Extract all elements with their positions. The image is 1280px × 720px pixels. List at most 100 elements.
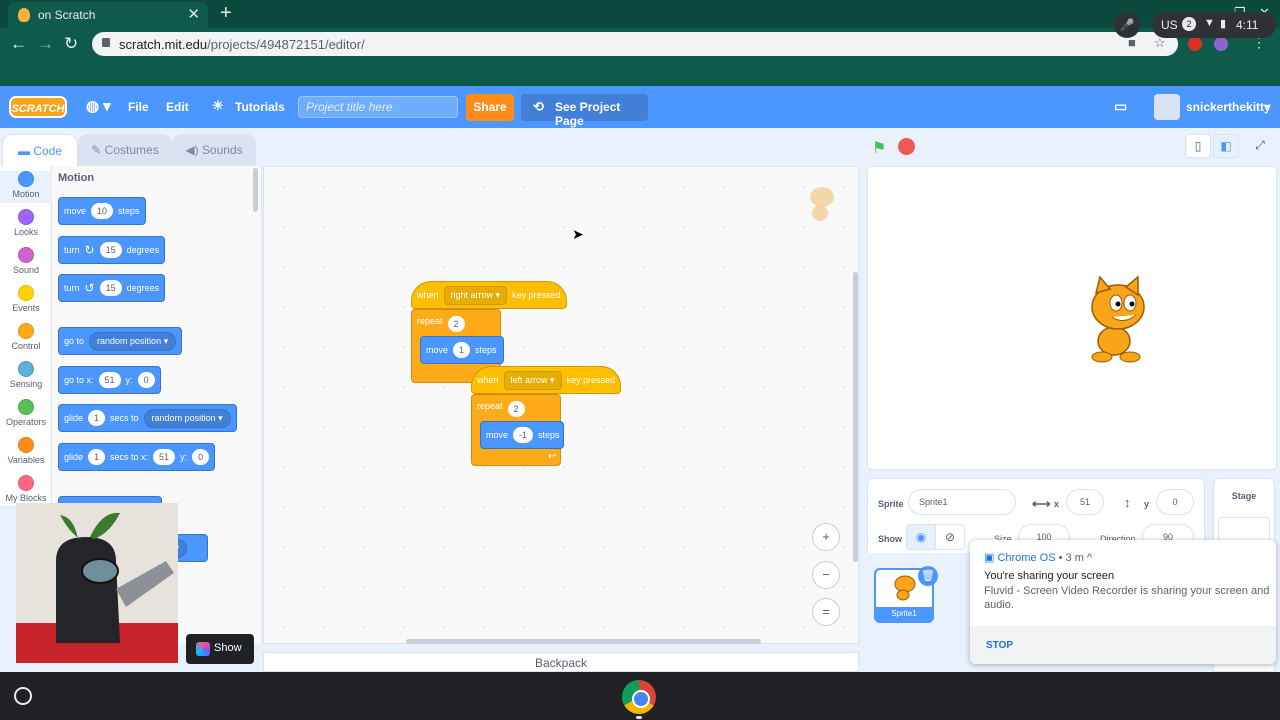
script-vertical-scrollbar[interactable] bbox=[853, 272, 858, 562]
glide-xy-block[interactable]: glide 1 secs to x: 51 y: 0 bbox=[58, 443, 216, 471]
steps-input[interactable]: -1 bbox=[513, 427, 534, 443]
tab-costumes[interactable]: ✎ Costumes bbox=[78, 134, 172, 166]
move-steps-block[interactable]: move -1 steps bbox=[480, 421, 564, 449]
turn-right-block[interactable]: turn ↻ 15 degrees bbox=[58, 236, 166, 264]
close-tab-icon[interactable]: ✕ bbox=[187, 5, 200, 23]
when-key-pressed-hat[interactable]: when left arrow ▾ key pressed bbox=[471, 366, 621, 394]
category-variables[interactable]: Variables bbox=[0, 437, 52, 465]
block-text: turn bbox=[64, 283, 80, 293]
forward-icon[interactable]: → bbox=[37, 34, 54, 54]
new-tab-icon[interactable]: + bbox=[220, 2, 232, 25]
category-my-blocks[interactable]: My Blocks bbox=[0, 475, 52, 503]
zoom-out-button[interactable]: − bbox=[812, 561, 840, 589]
normal-stage-icon[interactable]: ◧ bbox=[1213, 134, 1239, 158]
running-indicator bbox=[636, 716, 642, 719]
when-key-pressed-hat[interactable]: when right arrow ▾ key pressed bbox=[411, 281, 567, 309]
y-input[interactable]: 0 bbox=[192, 449, 210, 465]
stop-sign-icon[interactable] bbox=[898, 138, 915, 155]
glide-random-block[interactable]: glide 1 secs to random position ▾ bbox=[58, 404, 237, 432]
move-steps-block[interactable]: move 1 steps bbox=[420, 336, 504, 364]
category-motion[interactable]: Motion bbox=[0, 171, 52, 203]
show-eye-icon[interactable]: ◉ bbox=[906, 524, 936, 550]
launcher-icon[interactable] bbox=[14, 687, 32, 705]
fullscreen-icon[interactable]: ⤢ bbox=[1247, 134, 1273, 158]
category-sensing[interactable]: Sensing bbox=[0, 361, 52, 389]
see-project-page-button[interactable]: ⟲ See Project Page bbox=[521, 94, 648, 128]
secs-input[interactable]: 1 bbox=[88, 449, 106, 465]
y-input[interactable]: 0 bbox=[1156, 489, 1194, 515]
degrees-input[interactable]: 15 bbox=[99, 242, 122, 258]
avatar[interactable] bbox=[1154, 94, 1180, 120]
stage-canvas[interactable] bbox=[867, 166, 1277, 470]
backpack-header[interactable]: Backpack bbox=[263, 652, 859, 672]
browser-tab[interactable]: on Scratch ✕ bbox=[8, 2, 208, 28]
turn-left-block[interactable]: turn ↺ 15 degrees bbox=[58, 274, 166, 302]
green-flag-icon[interactable]: ⚑ bbox=[872, 138, 888, 157]
key-dropdown[interactable]: right arrow ▾ bbox=[443, 285, 508, 305]
small-stage-icon[interactable]: ▯ bbox=[1185, 134, 1211, 158]
category-sound-dot bbox=[18, 247, 34, 263]
repeat-count-input[interactable]: 2 bbox=[507, 401, 525, 417]
y-label: y bbox=[1144, 499, 1150, 509]
y-input[interactable]: 0 bbox=[137, 372, 155, 388]
move-steps-block[interactable]: move 10 steps bbox=[58, 197, 146, 225]
category-operators-dot bbox=[18, 399, 34, 415]
stop-sharing-button[interactable]: STOP bbox=[986, 640, 1013, 651]
webcam-show-button[interactable]: Show bbox=[186, 634, 254, 664]
palette-scrollbar[interactable] bbox=[253, 168, 258, 212]
back-icon[interactable]: ← bbox=[10, 34, 27, 54]
go-to-block[interactable]: go to random position ▾ bbox=[58, 327, 183, 355]
sprite-name-input[interactable]: Sprite1 bbox=[908, 489, 1016, 515]
secs-input[interactable]: 1 bbox=[88, 410, 106, 426]
zoom-in-button[interactable]: + bbox=[812, 523, 840, 551]
reload-icon[interactable]: ↻ bbox=[64, 34, 78, 54]
steps-input[interactable]: 1 bbox=[453, 342, 471, 358]
repeat-count-input[interactable]: 2 bbox=[447, 316, 465, 332]
key-dropdown[interactable]: left arrow ▾ bbox=[503, 370, 562, 390]
category-control[interactable]: Control bbox=[0, 323, 52, 351]
edit-menu[interactable]: Edit bbox=[166, 100, 189, 114]
steps-input[interactable]: 10 bbox=[91, 203, 114, 219]
extension-recorder-icon[interactable] bbox=[1214, 37, 1228, 51]
locale-label: US bbox=[1161, 18, 1178, 32]
microphone-icon[interactable]: 🎤 bbox=[1114, 12, 1140, 38]
globe-icon[interactable]: ◍ ▾ bbox=[86, 97, 111, 115]
tab-code[interactable]: ▬ Code bbox=[2, 134, 78, 166]
block-text: key pressed bbox=[566, 375, 616, 385]
category-sound[interactable]: Sound bbox=[0, 247, 52, 275]
script-horizontal-scrollbar[interactable] bbox=[406, 639, 761, 644]
project-title-input[interactable]: Project title here bbox=[298, 96, 458, 118]
category-events[interactable]: Events bbox=[0, 285, 52, 313]
block-text: repeat bbox=[477, 401, 503, 411]
extension-shield-icon[interactable] bbox=[1188, 37, 1202, 51]
x-input[interactable]: 51 bbox=[1066, 489, 1104, 515]
category-operators[interactable]: Operators bbox=[0, 399, 52, 427]
target-dropdown[interactable]: random position ▾ bbox=[89, 331, 177, 351]
delete-sprite-icon[interactable]: 🗑 bbox=[918, 566, 938, 586]
chevron-down-icon[interactable]: ▼ bbox=[1262, 102, 1271, 112]
chrome-app-icon[interactable] bbox=[622, 680, 656, 714]
block-text: secs to x: bbox=[110, 452, 149, 462]
x-input[interactable]: 51 bbox=[153, 449, 176, 465]
folder-icon[interactable]: ▭ bbox=[1114, 98, 1127, 115]
target-dropdown[interactable]: random position ▾ bbox=[143, 408, 231, 428]
zoom-reset-button[interactable]: = bbox=[812, 598, 840, 626]
category-label: Variables bbox=[7, 455, 45, 465]
degrees-input[interactable]: 15 bbox=[99, 280, 122, 296]
tab-sounds[interactable]: ◀) Sounds bbox=[172, 134, 256, 166]
address-bar[interactable]: scratch.mit.edu/projects/494872151/edito… bbox=[92, 32, 1178, 56]
share-button[interactable]: Share bbox=[466, 94, 514, 121]
webcam-overlay bbox=[16, 503, 178, 663]
username[interactable]: snickerthekitty bbox=[1186, 100, 1271, 114]
hide-eye-icon[interactable]: ⊘ bbox=[935, 524, 965, 550]
file-menu[interactable]: File bbox=[128, 100, 149, 114]
block-text: go to x: bbox=[64, 375, 94, 385]
x-input[interactable]: 51 bbox=[98, 372, 121, 388]
go-to-xy-block[interactable]: go to x: 51 y: 0 bbox=[58, 366, 161, 394]
tutorials-menu[interactable]: Tutorials bbox=[235, 100, 285, 114]
category-looks[interactable]: Looks bbox=[0, 209, 52, 237]
script-area[interactable] bbox=[263, 166, 859, 644]
scratch-logo[interactable]: SCRATCH bbox=[9, 96, 67, 118]
system-tray[interactable]: US 2 ▼ ▮ 4:11 bbox=[1152, 12, 1276, 38]
scratch-favicon-icon bbox=[18, 8, 30, 22]
